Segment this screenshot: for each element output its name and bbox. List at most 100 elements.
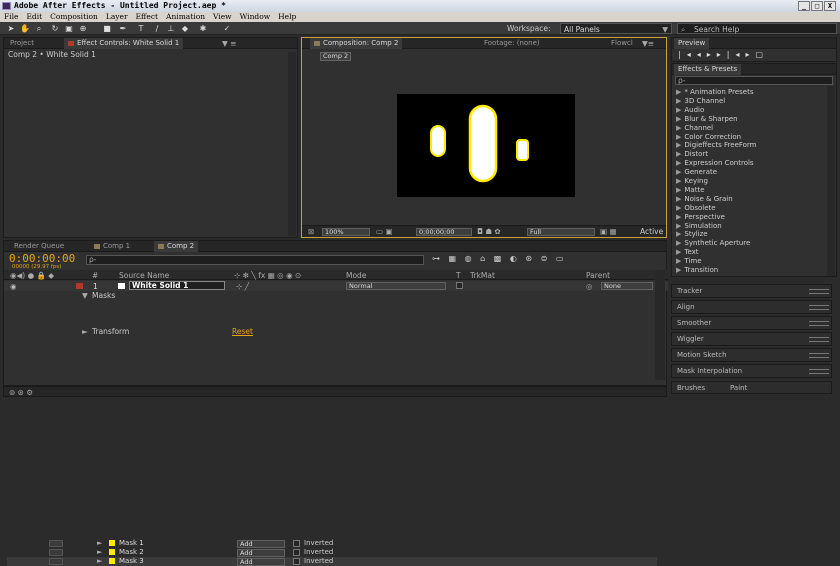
- effect-category[interactable]: ▶ Matte: [676, 186, 705, 195]
- tab-comp-2[interactable]: Comp 2: [154, 241, 199, 252]
- effect-category[interactable]: ▶ Transition: [676, 266, 718, 275]
- panel-menu-icon[interactable]: [809, 369, 829, 374]
- timeline-scrollbar[interactable]: [655, 270, 665, 380]
- pickwhip-icon[interactable]: ◎: [586, 282, 593, 291]
- mask-inverted-checkbox[interactable]: [293, 558, 300, 565]
- effect-category[interactable]: ▶ Digieffects FreeForm: [676, 141, 757, 150]
- panel-menu-icon[interactable]: ▼≡: [642, 39, 654, 48]
- text-tool-icon[interactable]: T: [136, 24, 146, 33]
- layer-row[interactable]: ◉ 1 White Solid 1 ⊹ ╱ Normal ◎ None: [4, 281, 668, 291]
- rectangle-mask-tool-icon[interactable]: ■: [102, 24, 112, 33]
- active-camera-label[interactable]: Active: [640, 227, 663, 236]
- timecode-field[interactable]: 0;00;00;00: [416, 228, 472, 236]
- expand-arrow-icon[interactable]: ►: [97, 539, 102, 548]
- effect-category[interactable]: ▶ Keying: [676, 177, 708, 186]
- hand-tool-icon[interactable]: ✋: [20, 24, 30, 33]
- mask-row[interactable]: ► Mask 1 Add Inverted: [7, 539, 657, 548]
- effect-category[interactable]: ▶ Blur & Sharpen: [676, 115, 738, 124]
- panel-tab[interactable]: Mask Interpolation: [677, 365, 745, 378]
- mask-inverted-checkbox[interactable]: [293, 540, 300, 547]
- panel-tab[interactable]: Smoother: [677, 317, 714, 330]
- tab-comp-1[interactable]: Comp 1: [90, 241, 134, 252]
- transform-group[interactable]: Transform: [92, 327, 129, 336]
- effect-category[interactable]: ▶ Time: [676, 257, 702, 266]
- menu-layer[interactable]: Layer: [102, 12, 132, 22]
- panel-menu-icon[interactable]: [809, 321, 829, 326]
- col-source-name[interactable]: Source Name: [119, 271, 169, 280]
- masks-group[interactable]: Masks: [92, 291, 115, 300]
- zoom-tool-icon[interactable]: ⌕: [34, 24, 44, 33]
- workspace-dropdown[interactable]: All Panels ▼: [560, 23, 672, 34]
- tab-project[interactable]: Project: [6, 38, 38, 49]
- mask-1-shape[interactable]: [430, 125, 446, 157]
- effect-category[interactable]: ▶ Generate: [676, 168, 717, 177]
- camera-tool-icon[interactable]: ▣: [64, 24, 74, 33]
- effect-category[interactable]: ▶ Synthetic Aperture: [676, 239, 750, 248]
- label-color-icon[interactable]: [76, 283, 83, 289]
- effect-category[interactable]: ▶ Audio: [676, 106, 704, 115]
- pan-behind-tool-icon[interactable]: ⊕: [78, 24, 88, 33]
- tab-composition[interactable]: Composition: Comp 2: [310, 38, 403, 49]
- layer-name-field[interactable]: White Solid 1: [129, 281, 225, 290]
- help-search-field[interactable]: ⌕ Search Help: [677, 23, 837, 34]
- expand-arrow-icon[interactable]: ▼: [82, 291, 88, 300]
- mask-mode-dropdown[interactable]: Add: [237, 549, 285, 557]
- maximize-button[interactable]: □: [811, 1, 823, 11]
- mask-name[interactable]: Mask 1: [109, 539, 144, 548]
- effects-search-field[interactable]: ρ-: [675, 76, 833, 85]
- menu-edit[interactable]: Edit: [22, 12, 46, 22]
- pen-tool-icon[interactable]: ✒: [118, 24, 128, 33]
- project-scrollbar[interactable]: [288, 52, 296, 236]
- tab-paint[interactable]: Paint: [730, 382, 750, 395]
- grid-icon[interactable]: ▭ ▣: [376, 227, 393, 236]
- mask-inverted-checkbox[interactable]: [293, 549, 300, 556]
- mask-visibility-switch[interactable]: [49, 549, 63, 556]
- effect-category[interactable]: ▶ Distort: [676, 150, 708, 159]
- transform-reset-link[interactable]: Reset: [232, 327, 253, 336]
- zoom-dropdown[interactable]: 100%: [322, 228, 370, 236]
- shy-switch-icon[interactable]: ⊹ ╱: [236, 282, 249, 291]
- blend-mode-dropdown[interactable]: Normal: [346, 282, 446, 290]
- roto-brush-icon[interactable]: ✓: [222, 24, 232, 33]
- composition-canvas[interactable]: [397, 94, 575, 197]
- effect-category[interactable]: ▶ Stylize: [676, 230, 708, 239]
- brush-tool-icon[interactable]: ∕: [152, 24, 162, 33]
- tab-effects-presets[interactable]: Effects & Presets: [674, 64, 742, 75]
- tab-footage[interactable]: Footage: (none): [480, 38, 544, 49]
- effect-category[interactable]: ▶ Channel: [676, 124, 713, 133]
- snapshot-icon[interactable]: ◘ ☗ ✿: [477, 227, 501, 236]
- tab-effect-controls[interactable]: Effect Controls: White Solid 1: [64, 38, 184, 49]
- effect-category[interactable]: ▶ Noise & Grain: [676, 195, 733, 204]
- parent-dropdown[interactable]: None: [601, 282, 653, 290]
- effect-category[interactable]: ▶ Text: [676, 248, 699, 257]
- panel-tab[interactable]: Tracker: [677, 285, 705, 298]
- mask-mode-dropdown[interactable]: Add: [237, 558, 285, 566]
- panel-tab[interactable]: Motion Sketch: [677, 349, 730, 362]
- effect-category[interactable]: ▶ Perspective: [676, 213, 725, 222]
- effects-scrollbar[interactable]: [827, 86, 835, 276]
- mask-2-shape[interactable]: [468, 104, 498, 183]
- effect-category[interactable]: ▶ Expression Controls: [676, 159, 754, 168]
- minimize-button[interactable]: _: [798, 1, 810, 11]
- panel-menu-icon[interactable]: [809, 337, 829, 342]
- comp-2-button[interactable]: Comp 2: [320, 52, 352, 61]
- menu-view[interactable]: View: [209, 12, 236, 22]
- panel-menu-icon[interactable]: [809, 353, 829, 358]
- effect-category[interactable]: ▶ Obsolete: [676, 204, 716, 213]
- menu-help[interactable]: Help: [274, 12, 300, 22]
- menu-file[interactable]: File: [0, 12, 22, 22]
- playback-controls-icon[interactable]: |◂◂▸▸|◂▸▢: [678, 50, 769, 59]
- effect-category[interactable]: ▶ * Animation Presets: [676, 88, 754, 97]
- puppet-tool-icon[interactable]: ✱: [198, 24, 208, 33]
- panel-tab[interactable]: Wiggler: [677, 333, 707, 346]
- effect-category[interactable]: ▶ 3D Channel: [676, 97, 725, 106]
- timeline-switches-icon[interactable]: ⊶ ▦ ◍ ⌂ ▩ ◐ ⊛ ⊜ ▭: [432, 254, 566, 263]
- panel-menu-icon[interactable]: ▼ ≡: [222, 39, 236, 48]
- expand-arrow-icon[interactable]: ►: [97, 557, 102, 566]
- rotate-tool-icon[interactable]: ↻: [50, 24, 60, 33]
- region-icon[interactable]: ▣ ▦: [600, 227, 617, 236]
- selection-tool-icon[interactable]: ➤: [6, 24, 16, 33]
- panel-tab[interactable]: Align: [677, 301, 698, 314]
- mask-name[interactable]: Mask 2: [109, 548, 144, 557]
- mask-visibility-switch[interactable]: [49, 540, 63, 547]
